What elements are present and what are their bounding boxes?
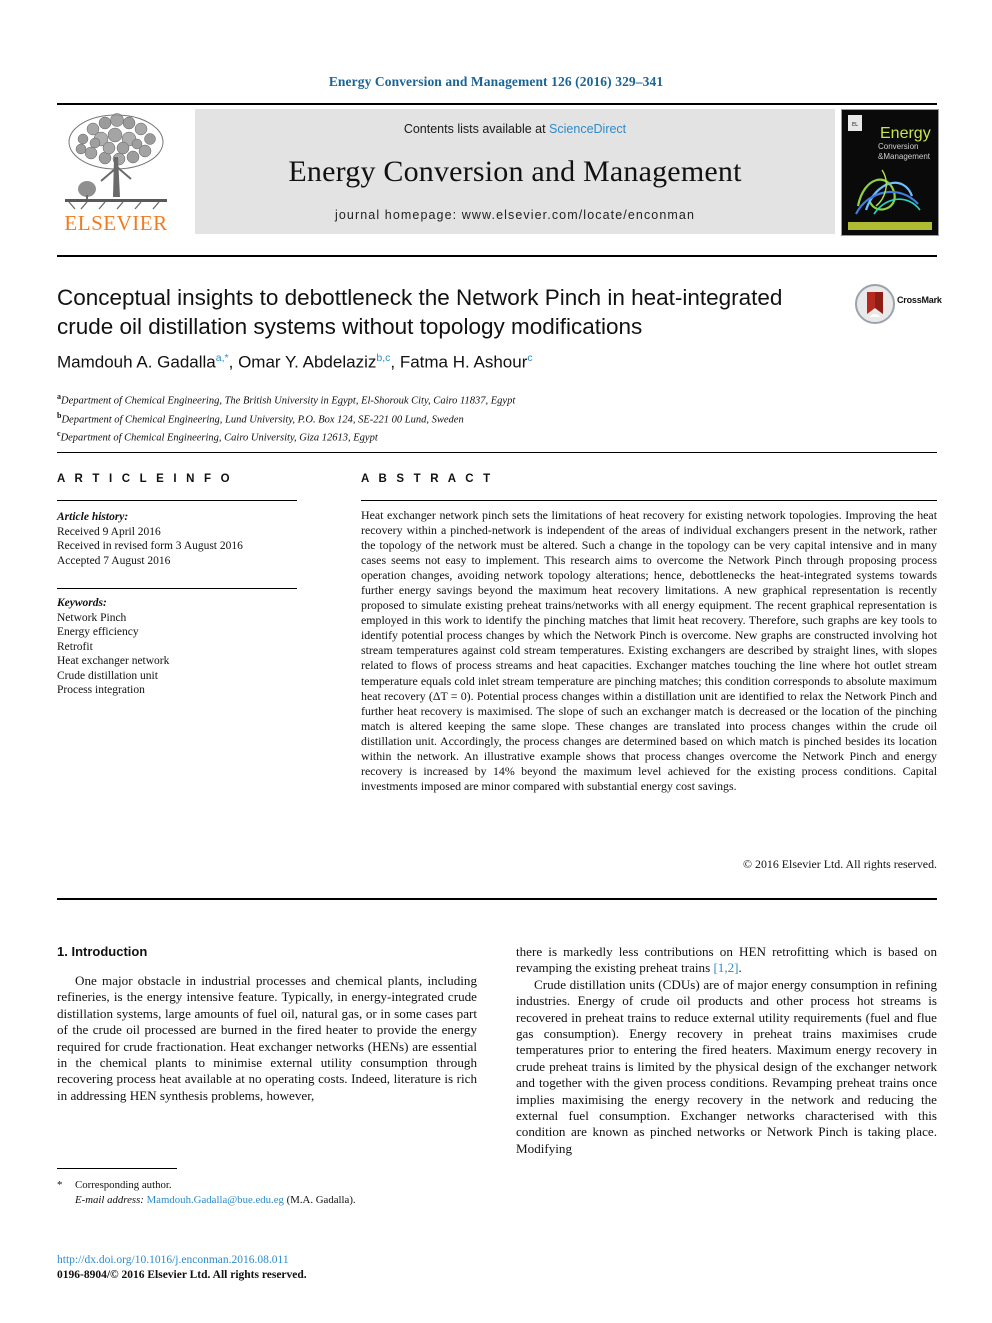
article-info-heading: A R T I C L E I N F O bbox=[57, 473, 233, 485]
abstract-heading: A B S T R A C T bbox=[361, 473, 494, 485]
journal-banner: Contents lists available at ScienceDirec… bbox=[195, 109, 835, 234]
copyright-line: © 2016 Elsevier Ltd. All rights reserved… bbox=[743, 857, 937, 871]
svg-text:Conversion: Conversion bbox=[878, 142, 918, 151]
article-history: Article history: Received 9 April 2016 R… bbox=[57, 510, 307, 568]
footnote-rule bbox=[57, 1168, 177, 1169]
running-head: Energy Conversion and Management 126 (20… bbox=[328, 74, 664, 89]
author-list: Mamdouh A. Gadallaa,*, Omar Y. Abdelaziz… bbox=[57, 352, 533, 372]
cover-artwork: EL Energy Conversion &Management bbox=[842, 110, 938, 235]
journal-homepage-link[interactable]: journal homepage: www.elsevier.com/locat… bbox=[195, 208, 835, 222]
affiliation-item: bDepartment of Chemical Engineering, Lun… bbox=[57, 409, 877, 428]
corresponding-author-text: Corresponding author. bbox=[75, 1179, 172, 1191]
keyword-item: Network Pinch bbox=[57, 611, 127, 624]
email-link[interactable]: Mamdouh.Gadalla@bue.edu.eg bbox=[147, 1194, 284, 1206]
history-item: Received 9 April 2016 bbox=[57, 525, 161, 538]
author-name-1: Mamdouh A. Gadalla bbox=[57, 352, 216, 372]
affiliation-text-b: Department of Chemical Engineering, Lund… bbox=[61, 414, 464, 426]
email-line: E-mail address: Mamdouh.Gadalla@bue.edu.… bbox=[57, 1193, 487, 1208]
keyword-item: Energy efficiency bbox=[57, 626, 139, 638]
keyword-item: Heat exchanger network bbox=[57, 655, 170, 667]
issn-copyright-line: 0196-8904/© 2016 Elsevier Ltd. All right… bbox=[57, 1269, 307, 1281]
email-owner: (M.A. Gadalla). bbox=[286, 1194, 356, 1206]
affiliation-text-a: Department of Chemical Engineering, The … bbox=[61, 395, 516, 407]
author-affil-mark-2: b,c bbox=[376, 352, 391, 364]
keyword-item: Process integration bbox=[57, 684, 145, 696]
paragraph: One major obstacle in industrial process… bbox=[57, 973, 477, 1103]
svg-text:&Management: &Management bbox=[878, 152, 931, 161]
page-title: Conceptual insights to debottleneck the … bbox=[57, 285, 783, 339]
info-top-rule bbox=[57, 452, 937, 453]
affiliation-text-c: Department of Chemical Engineering, Cair… bbox=[60, 432, 378, 444]
elsevier-logo: ELSEVIER bbox=[57, 109, 175, 234]
elsevier-wordmark: ELSEVIER bbox=[64, 211, 168, 235]
contents-lists-line: Contents lists available at ScienceDirec… bbox=[195, 122, 835, 136]
svg-text:EL: EL bbox=[852, 122, 858, 128]
journal-masthead: ELSEVIER Contents lists available at Sci… bbox=[57, 103, 939, 236]
keyword-item: Retrofit bbox=[57, 640, 93, 653]
article-history-label: Article history: bbox=[57, 511, 129, 523]
contents-lists-text: Contents lists available at bbox=[403, 122, 550, 136]
masthead-top-rule bbox=[57, 103, 937, 105]
footnote-block: * Corresponding author. E-mail address: M… bbox=[57, 1178, 487, 1208]
affiliation-item: cDepartment of Chemical Engineering, Cai… bbox=[57, 427, 877, 446]
affiliation-item: aDepartment of Chemical Engineering, The… bbox=[57, 390, 877, 409]
section-title-introduction: 1. Introduction bbox=[57, 944, 148, 959]
elsevier-tree-icon bbox=[65, 113, 167, 210]
affiliation-list: aDepartment of Chemical Engineering, The… bbox=[57, 390, 877, 446]
author-affil-mark-1: a,* bbox=[215, 352, 229, 364]
body-column-right: there is markedly less contributions on … bbox=[516, 944, 937, 1157]
keywords-label: Keywords: bbox=[57, 597, 107, 609]
email-label: E-mail address: bbox=[75, 1194, 144, 1206]
svg-text:Energy: Energy bbox=[880, 125, 931, 142]
keywords-rule bbox=[57, 588, 297, 589]
crossmark-label: CrossMark bbox=[897, 295, 942, 305]
history-item: Received in revised form 3 August 2016 bbox=[57, 540, 243, 552]
body-column-left: 1. Introduction One major obstacle in in… bbox=[57, 944, 477, 1104]
title-top-rule bbox=[57, 255, 937, 257]
author-name-2: Omar Y. Abdelaziz bbox=[238, 352, 377, 372]
doi-link[interactable]: http://dx.doi.org/10.1016/j.enconman.201… bbox=[57, 1253, 289, 1268]
keywords-block: Keywords: Network Pinch Energy efficienc… bbox=[57, 596, 307, 698]
author-affil-mark-3: c bbox=[527, 352, 533, 364]
journal-cover-thumbnail: EL Energy Conversion &Management bbox=[841, 109, 939, 236]
corresponding-author-marker: * bbox=[57, 1179, 63, 1191]
citation-link[interactable]: [1,2] bbox=[713, 960, 738, 975]
crossmark-badge[interactable]: CrossMark bbox=[855, 284, 942, 324]
abstract-rule bbox=[361, 500, 937, 501]
keyword-item: Crude distillation unit bbox=[57, 669, 158, 682]
paper-page: Energy Conversion and Management 126 (20… bbox=[0, 0, 992, 1323]
history-item: Accepted 7 August 2016 bbox=[57, 554, 171, 567]
corresponding-author-line: * Corresponding author. bbox=[57, 1178, 487, 1193]
paragraph: Crude distillation units (CDUs) are of m… bbox=[516, 976, 937, 1156]
journal-title: Energy Conversion and Management bbox=[288, 155, 742, 188]
author-name-3: Fatma H. Ashour bbox=[399, 352, 528, 372]
sciencedirect-link[interactable]: ScienceDirect bbox=[549, 122, 626, 136]
crossmark-icon bbox=[855, 284, 895, 324]
abstract-bottom-rule bbox=[57, 898, 937, 900]
paragraph-text-end: . bbox=[738, 960, 742, 976]
paragraph: there is markedly less contributions on … bbox=[516, 944, 937, 977]
abstract-text: Heat exchanger network pinch sets the li… bbox=[361, 508, 937, 793]
article-info-rule bbox=[57, 500, 297, 501]
